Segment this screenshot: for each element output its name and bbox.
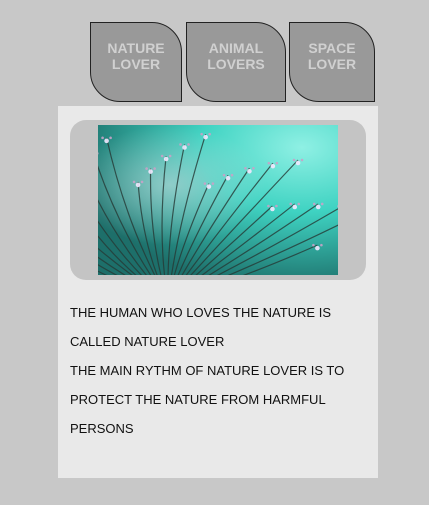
- paragraph-definition: THE HUMAN WHO LOVES THE NATURE IS CALLED…: [70, 305, 331, 349]
- tab-animal-lovers[interactable]: ANIMAL LOVERS: [186, 22, 286, 102]
- tab-nature-lover[interactable]: NATURE LOVER: [90, 22, 182, 102]
- paragraph-purpose: THE MAIN RYTHM OF NATURE LOVER IS TO PRO…: [70, 363, 345, 436]
- dandelion-photo: [98, 125, 338, 275]
- content-panel: THE HUMAN WHO LOVES THE NATURE IS CALLED…: [58, 106, 378, 478]
- tab-space-lover[interactable]: SPACE LOVER: [289, 22, 375, 102]
- image-frame: [70, 120, 366, 280]
- description-text: THE HUMAN WHO LOVES THE NATURE IS CALLED…: [70, 298, 370, 443]
- tab-bar: NATURE LOVER ANIMAL LOVERS SPACE LOVER: [90, 22, 380, 104]
